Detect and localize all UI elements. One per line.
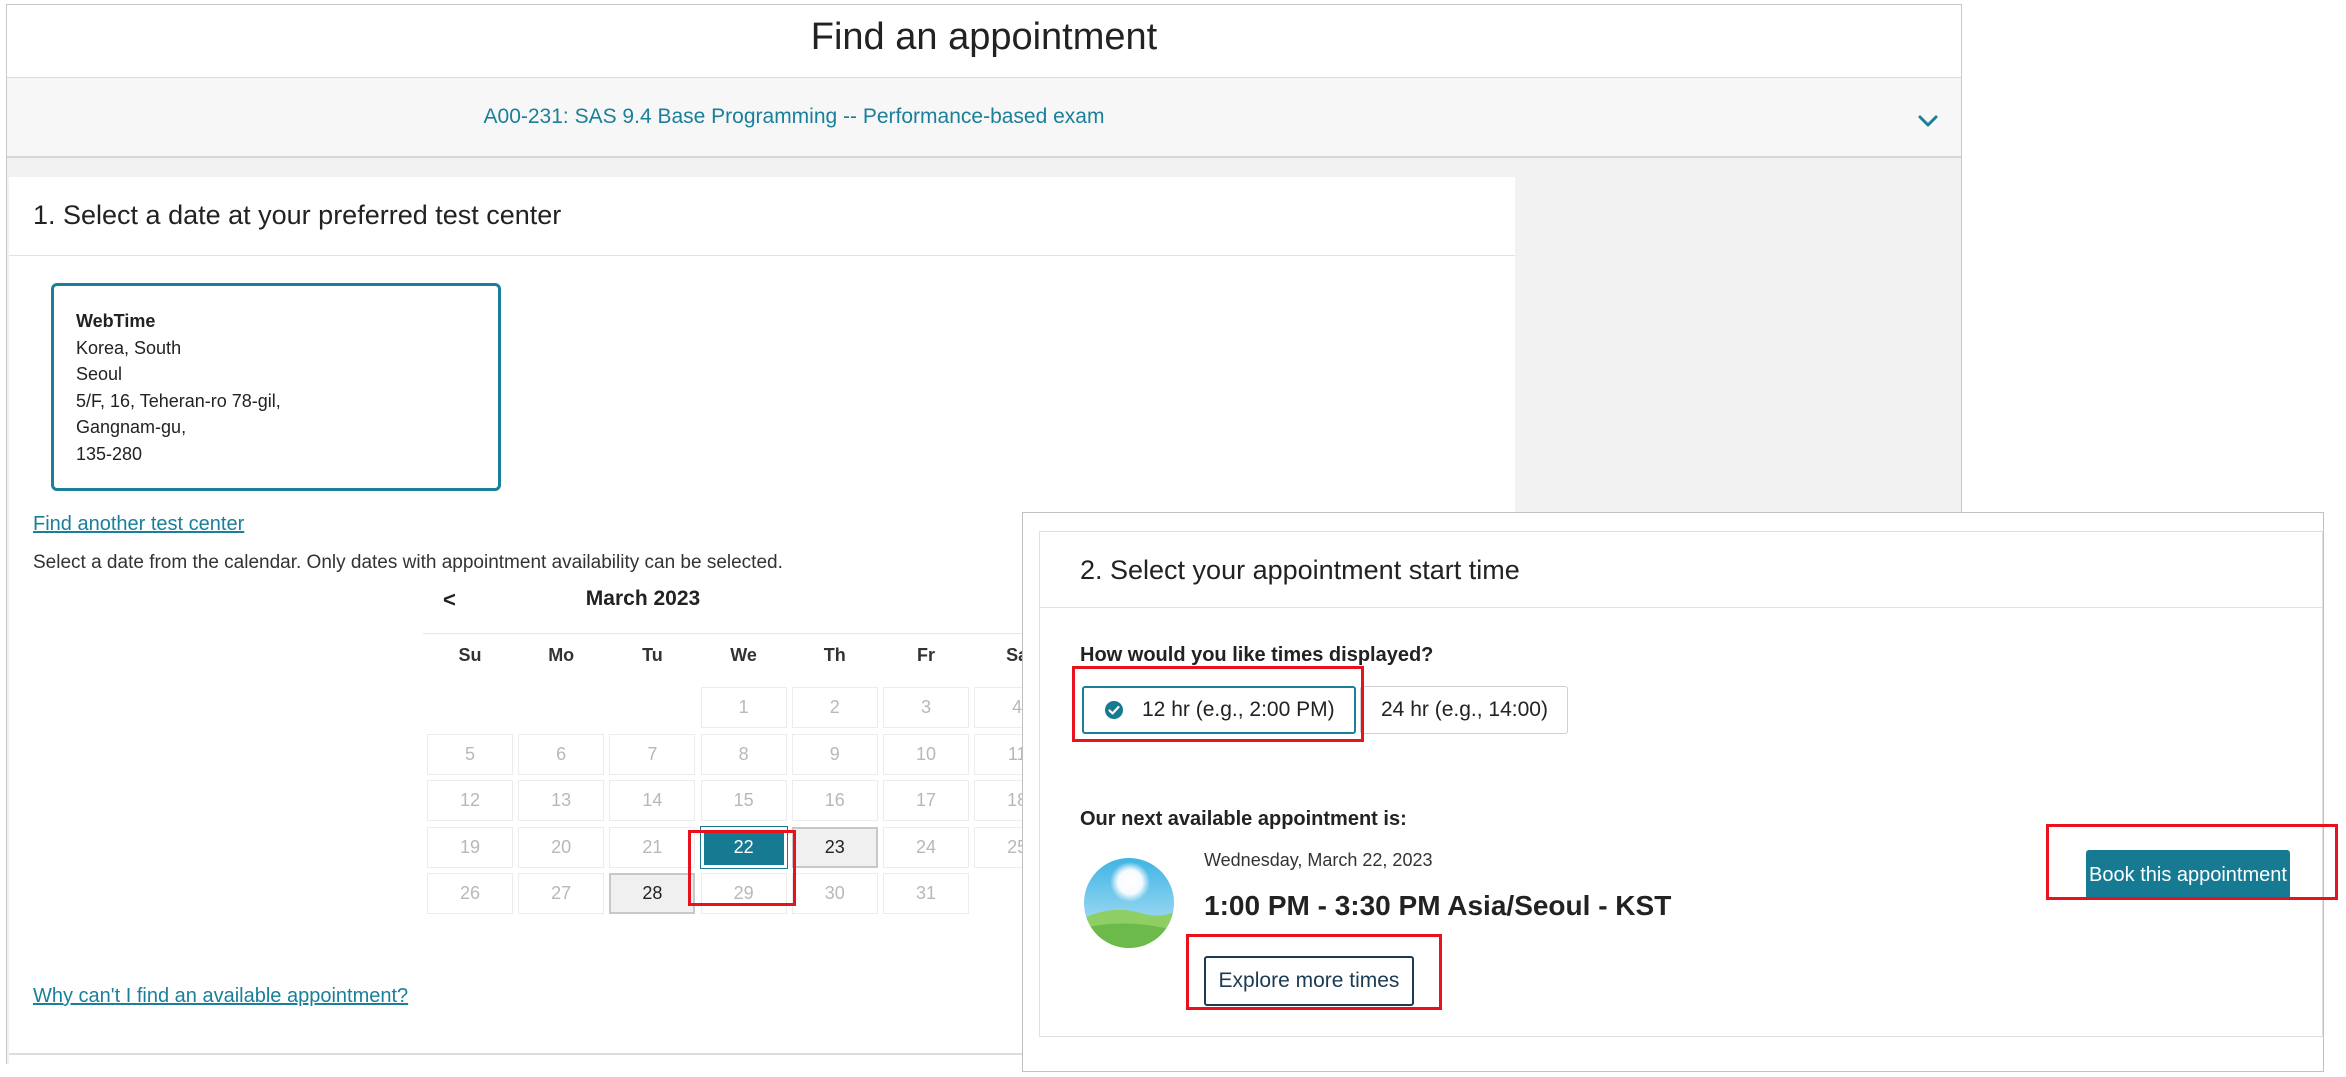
calendar-hint: Select a date from the calendar. Only da…	[33, 552, 783, 573]
appointment-time: 1:00 PM - 3:30 PM Asia/Seoul - KST	[1204, 890, 1672, 921]
calendar-day: 5	[427, 733, 513, 775]
time-format-question: How would you like times displayed?	[1080, 644, 1434, 666]
format-12hr-button[interactable]: 12 hr (e.g., 2:00 PM)	[1082, 686, 1356, 734]
calendar-day: 29	[700, 873, 787, 915]
calendar-day: 6	[518, 733, 605, 775]
calendar-day: 8	[700, 733, 787, 775]
calendar-day: 1	[700, 687, 787, 728]
calendar-month: March 2023	[585, 587, 701, 610]
calendar-header: < March 2023	[423, 583, 1063, 619]
calendar-day-selected[interactable]: 22	[699, 825, 788, 869]
calendar-day: 12	[427, 780, 513, 822]
exam-name: A00-231: SAS 9.4 Base Programming -- Per…	[483, 105, 1105, 128]
calendar-day: 10	[883, 733, 969, 775]
test-center-address-line: Gangnam-gu,	[76, 417, 187, 438]
check-circle-icon	[1105, 701, 1123, 719]
section1-heading: 1. Select a date at your preferred test …	[9, 177, 1515, 256]
calendar-day: 24	[883, 826, 969, 868]
calendar-day: 30	[791, 873, 878, 915]
calendar-day: 16	[791, 780, 878, 822]
weekday-header: Fr	[917, 645, 935, 665]
calendar-day: 2	[791, 687, 878, 728]
chevron-down-icon[interactable]	[1915, 108, 1941, 134]
book-appointment-button[interactable]: Book this appointment	[2086, 850, 2290, 900]
explore-more-times-button[interactable]: Explore more times	[1204, 956, 1414, 1006]
calendar-day: 3	[883, 687, 969, 728]
calendar-day: 17	[883, 780, 969, 822]
front-window: 2. Select your appointment start time Ho…	[1022, 512, 2324, 1072]
format-24hr-button[interactable]: 24 hr (e.g., 14:00)	[1360, 686, 1568, 734]
calendar-day: 7	[609, 733, 696, 775]
calendar-day: 15	[700, 780, 787, 822]
weekday-header: Th	[823, 645, 846, 665]
weekday-header: We	[730, 645, 757, 665]
weekday-header: Tu	[642, 645, 663, 665]
test-center-name: WebTime	[76, 311, 156, 331]
calendar-day[interactable]: 23	[791, 826, 878, 868]
test-center-address-line: 5/F, 16, Teheran-ro 78-gil,	[76, 390, 281, 411]
weekday-header: Mo	[548, 645, 575, 665]
calendar-day: 21	[609, 826, 696, 868]
section2-heading: 2. Select your appointment start time	[1040, 532, 2322, 608]
calendar-day: 9	[791, 733, 878, 775]
calendar-day: 19	[427, 826, 513, 868]
test-center-address-line: 135-280	[76, 443, 143, 464]
appointment-date: Wednesday, March 22, 2023	[1204, 850, 1433, 870]
calendar-day: 27	[518, 873, 605, 915]
exam-selector[interactable]: A00-231: SAS 9.4 Base Programming -- Per…	[7, 78, 1961, 158]
format-24hr-label: 24 hr (e.g., 14:00)	[1381, 698, 1548, 721]
calendar-day: 13	[518, 780, 605, 822]
calendar-day: 20	[518, 826, 605, 868]
page-title: Find an appointment	[810, 15, 1158, 58]
test-center-address-line: Korea, South	[76, 337, 182, 358]
calendar-divider	[423, 633, 1063, 634]
daytime-sun-icon	[1084, 858, 1174, 948]
test-center-card[interactable]: WebTime Korea, South Seoul 5/F, 16, Tehe…	[51, 283, 501, 491]
test-center-address-line: Seoul	[76, 364, 123, 385]
calendar-day: 26	[427, 873, 513, 915]
weekday-header: Su	[458, 645, 482, 665]
time-selection-panel: 2. Select your appointment start time Ho…	[1039, 531, 2323, 1037]
calendar-day[interactable]: 28	[609, 873, 696, 915]
why-no-appointment-link[interactable]: Why can't I find an available appointmen…	[33, 985, 408, 1008]
calendar: < March 2023 Su Mo Tu We Th Fr Sa 1 2 3 4 5 6 7 8 9 10 11…	[423, 583, 1063, 915]
calendar-day: 31	[883, 873, 969, 915]
page-header: Find an appointment	[7, 5, 1961, 78]
calendar-day: 14	[609, 780, 696, 822]
next-appointment-label: Our next available appointment is:	[1080, 808, 1407, 830]
format-12hr-label: 12 hr (e.g., 2:00 PM)	[1142, 698, 1335, 721]
find-another-center-link[interactable]: Find another test center	[33, 513, 244, 536]
